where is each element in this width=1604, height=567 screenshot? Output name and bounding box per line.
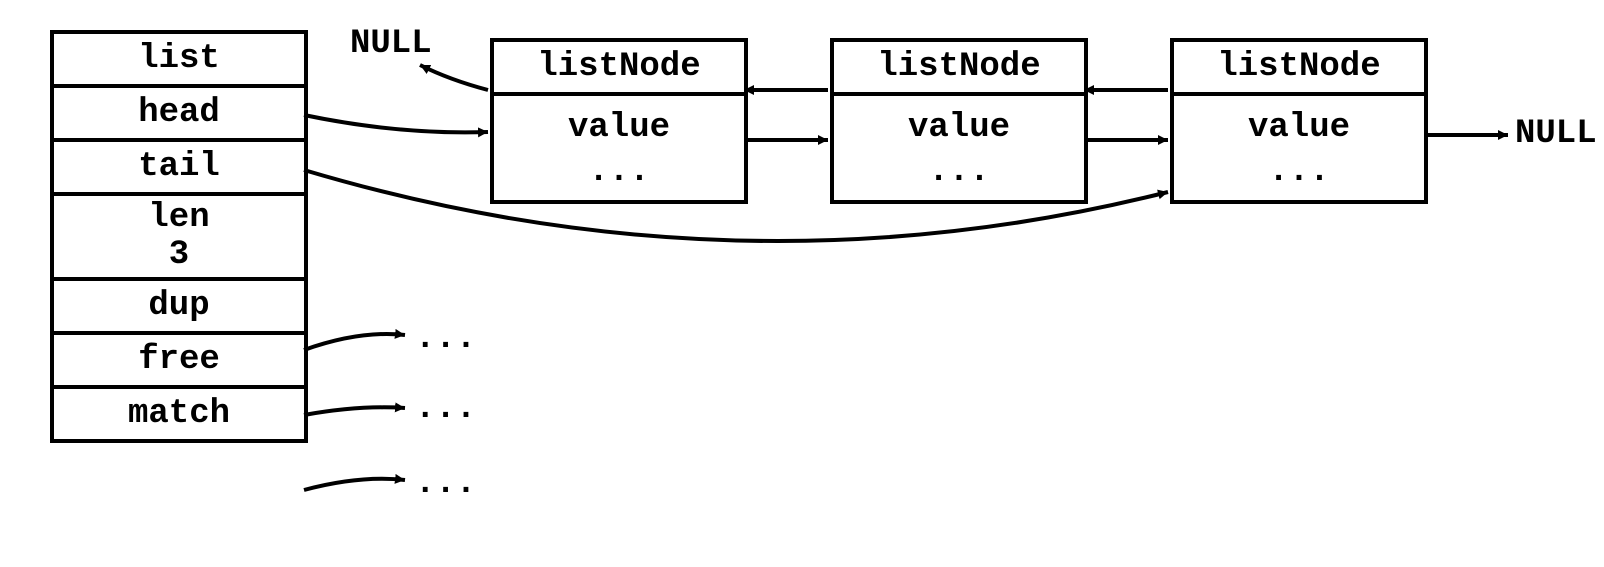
list-node-2-dots: ...	[834, 150, 1084, 194]
null-label-right: NULL	[1515, 115, 1597, 153]
list-node-1-dots: ...	[494, 150, 744, 194]
null-label-left: NULL	[350, 25, 432, 63]
field-len-label: len	[54, 200, 304, 237]
field-dup: dup	[54, 281, 304, 335]
diagram-canvas: list head tail len 3 dup free match list…	[20, 20, 1604, 547]
list-node-1: listNode value ...	[490, 38, 748, 204]
list-node-3-body: value ...	[1174, 96, 1424, 200]
list-node-2-title: listNode	[834, 42, 1084, 96]
field-tail: tail	[54, 142, 304, 196]
list-struct: list head tail len 3 dup free match	[50, 30, 308, 443]
field-len: len 3	[54, 196, 304, 281]
list-node-3-value-label: value	[1174, 106, 1424, 150]
list-node-1-title: listNode	[494, 42, 744, 96]
list-node-2: listNode value ...	[830, 38, 1088, 204]
field-free: free	[54, 335, 304, 389]
list-node-1-body: value ...	[494, 96, 744, 200]
dots-match: ...	[415, 465, 476, 503]
dots-free: ...	[415, 390, 476, 428]
list-struct-title: list	[54, 34, 304, 88]
field-head: head	[54, 88, 304, 142]
field-match: match	[54, 389, 304, 439]
list-node-1-value-label: value	[494, 106, 744, 150]
list-node-3: listNode value ...	[1170, 38, 1428, 204]
list-node-3-dots: ...	[1174, 150, 1424, 194]
list-node-2-body: value ...	[834, 96, 1084, 200]
field-len-value: 3	[54, 237, 304, 274]
dots-dup: ...	[415, 320, 476, 358]
list-node-3-title: listNode	[1174, 42, 1424, 96]
list-node-2-value-label: value	[834, 106, 1084, 150]
